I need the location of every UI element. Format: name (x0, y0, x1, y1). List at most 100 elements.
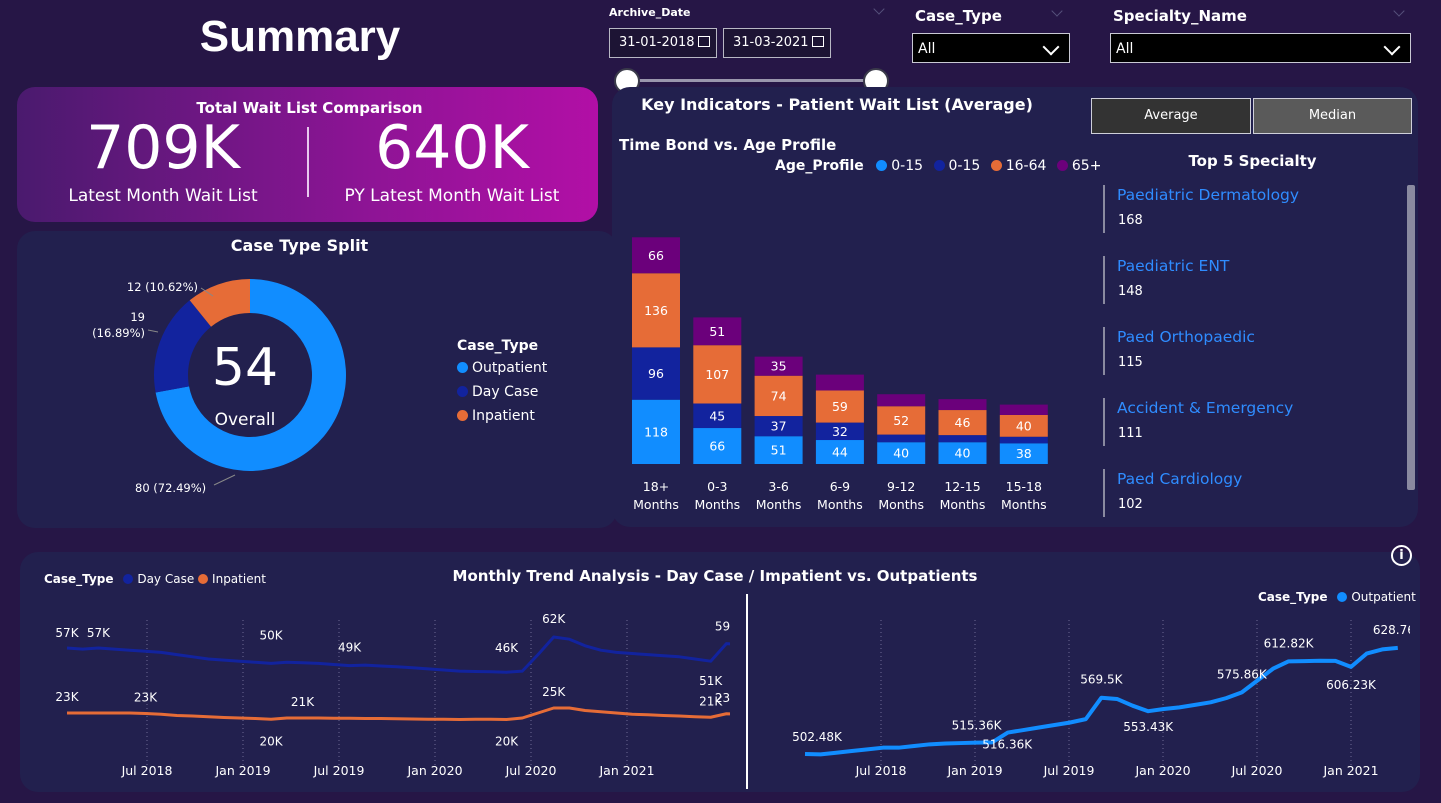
bar-label: 107 (705, 367, 729, 382)
inpatient-dot-icon (198, 574, 209, 584)
x-tick-label: Jul 2019 (313, 763, 365, 778)
legend-item-inpatient-trend[interactable]: Inpatient (198, 572, 266, 586)
average-button[interactable]: Average (1091, 98, 1251, 134)
case-type-select[interactable]: All (912, 33, 1070, 63)
bar-label: 51 (709, 324, 725, 339)
bar-label: 66 (709, 439, 725, 454)
bar-category-label: 0-3 (707, 479, 727, 494)
chevron-down-icon[interactable] (1383, 38, 1401, 56)
bar-5-3[interactable] (938, 399, 987, 411)
bar-4-1[interactable] (877, 434, 926, 443)
daycase-dot-icon (457, 386, 468, 397)
info-icon[interactable]: i (1391, 545, 1412, 566)
trend-point-label: 516.36K (982, 737, 1033, 751)
case-type-split-title: Case Type Split (230, 236, 369, 255)
time-bond-bar-chart: 118 96 136 66 18+ Months 66 45 107 51 0-3 Months 51 3… (632, 237, 1048, 512)
legend-label: Day Case (472, 384, 539, 400)
date-slider-track[interactable] (626, 79, 876, 82)
x-tick-label: Jul 2020 (1231, 763, 1283, 778)
bar-label: 37 (771, 419, 787, 434)
specialty-value: 148 (1118, 284, 1143, 299)
age-0-15b-dot-icon (933, 160, 945, 171)
legend-item-daycase-trend[interactable]: Day Case (123, 572, 194, 586)
top5-scrollbar[interactable] (1407, 185, 1415, 490)
trend-point-label: 23K (134, 691, 158, 705)
legend-item-age-16-64[interactable]: 16-64 (990, 158, 1046, 174)
trend-point-label: 612.82K (1264, 636, 1315, 650)
trend-line-1[interactable] (67, 706, 730, 721)
specialty-accent-bar (1103, 185, 1105, 233)
x-tick-label: Jan 2020 (406, 763, 462, 778)
age-profile-legend: Age_Profile 0-15 0-15 16-64 65+ (775, 158, 1101, 174)
bar-6-3[interactable] (999, 404, 1048, 415)
inpatient-dot-icon (457, 410, 468, 421)
donut-label-2: 12 (10.62%) (127, 280, 198, 294)
x-tick-label: Jul 2018 (855, 763, 907, 778)
bar-category-label: 6-9 (830, 479, 850, 494)
trend-point-label: 502.48K (792, 730, 843, 744)
specialty-name[interactable]: Paed Cardiology (1117, 470, 1242, 488)
legend-item-daycase[interactable]: Day Case (457, 384, 547, 400)
daycase-dot-icon (123, 574, 134, 584)
trend-point-label: 21K (291, 695, 315, 709)
trend-right-line-chart: Jul 2018 Jan 2019 Jul 2019 Jan 2020 Jul 2020… (792, 620, 1410, 778)
median-button[interactable]: Median (1253, 98, 1412, 134)
date-from-input[interactable]: 31-01-2018 (609, 28, 717, 58)
bar-5-1[interactable] (938, 435, 987, 443)
bar-category-label: Months (878, 497, 924, 512)
donut-leader-1 (147, 329, 159, 333)
legend-label: 0-15 (891, 158, 924, 174)
calendar-icon[interactable] (698, 36, 710, 47)
specialty-name[interactable]: Paediatric ENT (1117, 257, 1229, 275)
specialty-name[interactable]: Paed Orthopaedic (1117, 328, 1255, 346)
bar-category-label: 3-6 (768, 479, 788, 494)
specialty-select[interactable]: All (1110, 33, 1411, 63)
specialty-name[interactable]: Accident & Emergency (1117, 399, 1293, 417)
specialty-accent-bar (1103, 256, 1105, 304)
trend-line-0[interactable] (804, 645, 1398, 757)
case-type-filter-label: Case_Type (915, 7, 1002, 25)
donut-center-label: Overall (214, 410, 276, 430)
archive-date-chevron-icon[interactable] (873, 3, 885, 15)
specialty-filter-chevron-icon[interactable] (1393, 5, 1405, 17)
case-type-select-value: All (918, 41, 936, 57)
specialty-select-value: All (1116, 41, 1134, 57)
trend-point-label: 25K (542, 685, 566, 699)
py-latest-month-value: 640K (375, 113, 529, 183)
date-to-input[interactable]: 31-03-2021 (723, 28, 831, 58)
bar-category-label: 18+ (643, 479, 669, 494)
x-tick-label: Jan 2019 (214, 763, 270, 778)
trend-point-label: 50K (260, 628, 284, 642)
bar-3-3[interactable] (815, 374, 864, 391)
x-tick-label: Jul 2020 (505, 763, 557, 778)
calendar-icon[interactable] (812, 36, 824, 47)
age-profile-legend-title: Age_Profile (775, 158, 864, 174)
legend-item-outpatient[interactable]: Outpatient (457, 360, 547, 376)
legend-item-age-0-15b[interactable]: 0-15 (933, 158, 980, 174)
trend-point-label: 575.86K (1217, 667, 1268, 681)
bar-label: 74 (771, 388, 787, 403)
specialty-accent-bar (1103, 469, 1105, 517)
bar-4-3[interactable] (877, 394, 926, 407)
case-type-filter-chevron-icon[interactable] (1051, 5, 1063, 17)
legend-item-age-0-15[interactable]: 0-15 (876, 158, 923, 174)
trend-left-legend-title: Case_Type (44, 572, 114, 586)
bar-category-label: 9-12 (887, 479, 915, 494)
specialty-filter-label: Specialty_Name (1113, 7, 1247, 25)
donut-label-0: 80 (72.49%) (135, 481, 206, 495)
time-bond-chart-title: Time Bond vs. Age Profile (619, 136, 837, 154)
specialty-name[interactable]: Paediatric Dermatology (1117, 186, 1299, 204)
chevron-down-icon[interactable] (1042, 38, 1060, 56)
bar-category-label: Months (1001, 497, 1047, 512)
age-0-15-dot-icon (876, 160, 888, 171)
age-16-64-dot-icon (990, 160, 1002, 171)
trend-line-0[interactable] (66, 635, 730, 674)
trend-point-label: 62K (542, 612, 566, 626)
bar-category-label: Months (940, 497, 986, 512)
bar-label: 35 (771, 359, 787, 374)
legend-label: Inpatient (212, 572, 266, 586)
outpatient-dot-icon (457, 362, 468, 373)
bar-6-1[interactable] (999, 436, 1048, 444)
legend-item-inpatient[interactable]: Inpatient (457, 408, 547, 424)
page-title: Summary (199, 12, 401, 61)
